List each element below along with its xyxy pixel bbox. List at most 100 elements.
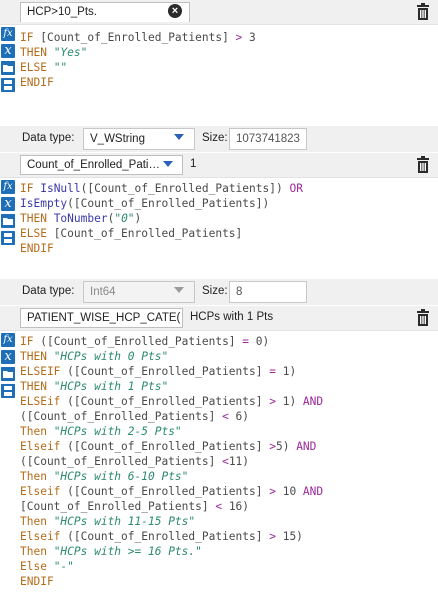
code-line: ELSE "" bbox=[20, 60, 256, 75]
save-icon[interactable] bbox=[1, 78, 15, 92]
code-token: 1) bbox=[282, 365, 297, 378]
code-line: THEN "HCPs with 1 Pts" bbox=[20, 379, 323, 394]
output-field-select[interactable]: Count_of_Enrolled_Pati… bbox=[20, 155, 183, 175]
code-token: > bbox=[262, 395, 283, 408]
code-token: ([Count_of_Enrolled_Patients] bbox=[67, 440, 263, 453]
code-token: > bbox=[262, 530, 283, 543]
field-type-bar-2: Data type: Int64 Size: 8 bbox=[0, 279, 438, 305]
expression-editor-3[interactable]: IF ([Count_of_Enrolled_Patients] = 0) THE… bbox=[20, 334, 323, 589]
code-token: THEN bbox=[20, 380, 54, 393]
expression-editor-2[interactable]: IF IsNull([Count_of_Enrolled_Patients]) … bbox=[20, 181, 303, 256]
code-token: 0) bbox=[255, 335, 270, 348]
code-token: 16) bbox=[228, 500, 250, 513]
size-value: 8 bbox=[236, 286, 243, 298]
save-icon[interactable] bbox=[1, 384, 15, 398]
variable-icon[interactable]: x bbox=[1, 350, 15, 364]
formula-icon[interactable]: fx bbox=[1, 27, 15, 41]
code-token: "Yes" bbox=[53, 46, 88, 59]
formula-icon[interactable]: fx bbox=[1, 333, 15, 347]
code-token: ([Count_of_Enrolled_Patients]) bbox=[80, 182, 283, 195]
expression-header-3: PATIENT_WISE_HCP_CATE( HCPs with 1 Pts bbox=[0, 306, 438, 331]
code-line: Then "HCPs with 2-5 Pts" bbox=[20, 424, 323, 439]
trash-icon[interactable] bbox=[416, 156, 430, 173]
size-input[interactable]: 8 bbox=[229, 281, 307, 303]
size-label: Size: bbox=[202, 285, 228, 297]
code-line: IF [Count_of_Enrolled_Patients] > 3 bbox=[20, 30, 256, 45]
code-token: > bbox=[262, 485, 283, 498]
source-value: 1 bbox=[190, 158, 197, 170]
code-line: ENDIF bbox=[20, 75, 256, 90]
save-icon[interactable] bbox=[1, 231, 15, 245]
output-field-name[interactable]: HCP>10_Pts. bbox=[20, 2, 190, 22]
chevron-down-icon[interactable] bbox=[163, 161, 173, 167]
code-token: THEN bbox=[20, 46, 54, 59]
chevron-down-icon[interactable] bbox=[174, 287, 184, 293]
code-token: ) bbox=[134, 212, 142, 225]
code-token: 3 bbox=[249, 31, 256, 44]
trash-icon[interactable] bbox=[416, 3, 430, 20]
code-token: ELSE bbox=[20, 227, 54, 240]
code-token: "-" bbox=[53, 560, 74, 573]
code-token: ToNumber bbox=[53, 212, 108, 225]
code-token: > bbox=[228, 31, 250, 44]
code-token: [Count_of_Enrolled_Patients] bbox=[40, 31, 229, 44]
code-token: ELSEIF bbox=[20, 365, 68, 378]
code-token: "HCPs with 6-10 Pts" bbox=[53, 470, 189, 483]
code-token: ([Count_of_Enrolled_Patients] bbox=[20, 455, 216, 468]
code-line: ([Count_of_Enrolled_Patients] < 6) bbox=[20, 409, 323, 424]
chevron-down-icon[interactable] bbox=[174, 134, 184, 140]
code-token: OR bbox=[282, 182, 303, 195]
code-line: THEN ToNumber("0") bbox=[20, 211, 303, 226]
code-line: [Count_of_Enrolled_Patients] < 16) bbox=[20, 499, 323, 514]
code-line: IF IsNull([Count_of_Enrolled_Patients]) … bbox=[20, 181, 303, 196]
code-token: IsNull bbox=[40, 182, 81, 195]
output-field-label: HCP>10_Pts. bbox=[27, 6, 97, 18]
code-token: < bbox=[215, 455, 229, 468]
code-token: "0" bbox=[114, 212, 135, 225]
variable-icon[interactable]: x bbox=[1, 197, 15, 211]
code-token: "HCPs with 1 Pts" bbox=[53, 380, 169, 393]
code-token: Elseif bbox=[20, 485, 68, 498]
trash-icon[interactable] bbox=[416, 309, 430, 326]
code-line: ([Count_of_Enrolled_Patients] <11) bbox=[20, 454, 323, 469]
code-token: Elseif bbox=[20, 440, 68, 453]
code-token: ([Count_of_Enrolled_Patients] bbox=[67, 485, 263, 498]
code-line: ENDIF bbox=[20, 241, 303, 256]
output-field-select[interactable]: PATIENT_WISE_HCP_CATE( bbox=[20, 308, 183, 328]
code-token: IF bbox=[20, 182, 41, 195]
code-token: "HCPs with >= 16 Pts." bbox=[53, 545, 202, 558]
code-token: ([Count_of_Enrolled_Patients] bbox=[40, 335, 236, 348]
folder-icon[interactable] bbox=[1, 214, 15, 228]
code-token: 15) bbox=[282, 530, 303, 543]
code-token: = bbox=[235, 335, 256, 348]
code-token: Then bbox=[20, 545, 54, 558]
code-token: [Count_of_Enrolled_Patients] bbox=[53, 227, 243, 240]
code-token: 6) bbox=[235, 410, 250, 423]
variable-icon[interactable]: x bbox=[1, 44, 15, 58]
data-type-label: Data type: bbox=[22, 285, 75, 297]
code-token: "" bbox=[53, 61, 68, 74]
code-line: ELSE [Count_of_Enrolled_Patients] bbox=[20, 226, 303, 241]
code-token: IF bbox=[20, 31, 41, 44]
size-input[interactable]: 1073741823 bbox=[229, 128, 307, 150]
code-token: "HCPs with 0 Pts" bbox=[53, 350, 169, 363]
code-token: ENDIF bbox=[20, 575, 54, 588]
code-token: ELSE bbox=[20, 61, 54, 74]
data-type-label: Data type: bbox=[22, 132, 75, 144]
code-token: 10 bbox=[282, 485, 303, 498]
code-line: ELSEIF ([Count_of_Enrolled_Patients] = 1… bbox=[20, 364, 323, 379]
folder-icon[interactable] bbox=[1, 61, 15, 75]
code-token: ([Count_of_Enrolled_Patients] bbox=[67, 365, 263, 378]
code-token: [Count_of_Enrolled_Patients] bbox=[20, 500, 209, 513]
code-token: Then bbox=[20, 470, 54, 483]
expression-editor-1[interactable]: IF [Count_of_Enrolled_Patients] > 3 THEN … bbox=[20, 30, 256, 90]
folder-icon[interactable] bbox=[1, 367, 15, 381]
code-line: THEN "Yes" bbox=[20, 45, 256, 60]
code-line: Elseif ([Count_of_Enrolled_Patients] >5)… bbox=[20, 439, 323, 454]
code-line: Then "HCPs with >= 16 Pts." bbox=[20, 544, 323, 559]
close-icon[interactable]: × bbox=[168, 4, 182, 18]
code-token: AND bbox=[302, 395, 324, 408]
formula-icon[interactable]: fx bbox=[1, 180, 15, 194]
code-line: Then "HCPs with 11-15 Pts" bbox=[20, 514, 323, 529]
output-field-label: Count_of_Enrolled_Pati… bbox=[27, 159, 160, 171]
